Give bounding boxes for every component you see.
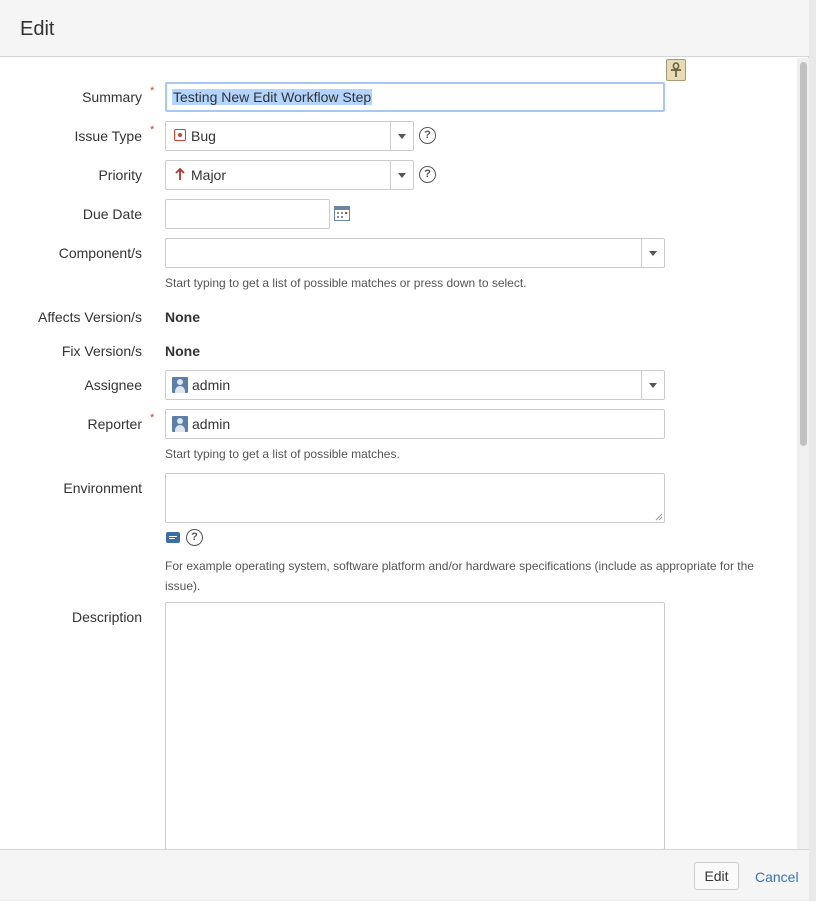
dialog-footer: Edit Cancel: [0, 849, 809, 900]
fix-version-value: None: [165, 343, 200, 359]
dialog-title: Edit: [20, 18, 55, 40]
priority-major-icon: [175, 167, 185, 180]
environment-hint: For example operating system, software p…: [165, 559, 754, 593]
ankh-glyph: [671, 62, 681, 77]
issue-type-label: Issue Type: [74, 128, 142, 144]
priority-select[interactable]: Major: [165, 160, 414, 190]
due-date-label: Due Date: [82, 206, 142, 222]
reporter-label: Reporter: [87, 416, 142, 432]
avatar-icon: [172, 377, 188, 393]
dialog-header: Edit: [0, 0, 809, 57]
assignee-value: admin: [192, 377, 231, 393]
edit-dialog: Edit Summary * Testing New Edit Workflow…: [0, 0, 809, 900]
due-date-input[interactable]: [165, 199, 330, 229]
scrollbar-thumb[interactable]: [800, 62, 807, 446]
reporter-value: admin: [192, 416, 231, 432]
reporter-hint: Start typing to get a list of possible m…: [165, 447, 400, 461]
edit-button[interactable]: Edit: [694, 862, 739, 890]
priority-value: Major: [191, 167, 227, 183]
resize-handle-icon[interactable]: [655, 513, 663, 521]
components-select[interactable]: [165, 238, 665, 268]
summary-required-marker: *: [150, 85, 155, 97]
components-dropdown-arrow[interactable]: [641, 239, 664, 267]
environment-label: Environment: [63, 480, 142, 496]
environment-help-icon[interactable]: ?: [186, 529, 203, 546]
issue-type-value: Bug: [191, 128, 216, 144]
avatar-icon: [172, 416, 188, 432]
fix-version-label: Fix Version/s: [61, 343, 142, 359]
priority-label: Priority: [98, 167, 142, 183]
components-hint: Start typing to get a list of possible m…: [165, 276, 527, 290]
reporter-required-marker: *: [150, 412, 155, 424]
priority-dropdown-arrow[interactable]: [390, 161, 413, 189]
bug-icon: [174, 129, 186, 141]
ankh-icon[interactable]: [666, 59, 686, 81]
calendar-icon[interactable]: [334, 206, 350, 221]
issue-type-help-icon[interactable]: ?: [419, 127, 436, 144]
assignee-select[interactable]: admin: [165, 370, 665, 400]
wiki-markup-icon[interactable]: [166, 532, 180, 543]
affects-version-value: None: [165, 309, 200, 325]
affects-version-label: Affects Version/s: [37, 309, 142, 325]
cancel-link[interactable]: Cancel: [755, 869, 799, 885]
assignee-dropdown-arrow[interactable]: [641, 371, 664, 399]
issue-type-required-marker: *: [150, 124, 155, 136]
issue-type-select[interactable]: Bug: [165, 121, 414, 151]
summary-input[interactable]: Testing New Edit Workflow Step: [165, 82, 665, 112]
issue-type-dropdown-arrow[interactable]: [390, 122, 413, 150]
description-textarea[interactable]: [165, 602, 665, 850]
priority-help-icon[interactable]: ?: [419, 166, 436, 183]
description-label: Description: [71, 609, 142, 625]
summary-value: Testing New Edit Workflow Step: [172, 89, 373, 105]
assignee-label: Assignee: [84, 377, 142, 393]
summary-label: Summary: [82, 89, 142, 105]
environment-textarea[interactable]: [165, 473, 665, 523]
components-label: Component/s: [58, 245, 142, 261]
reporter-input[interactable]: admin: [165, 409, 665, 439]
